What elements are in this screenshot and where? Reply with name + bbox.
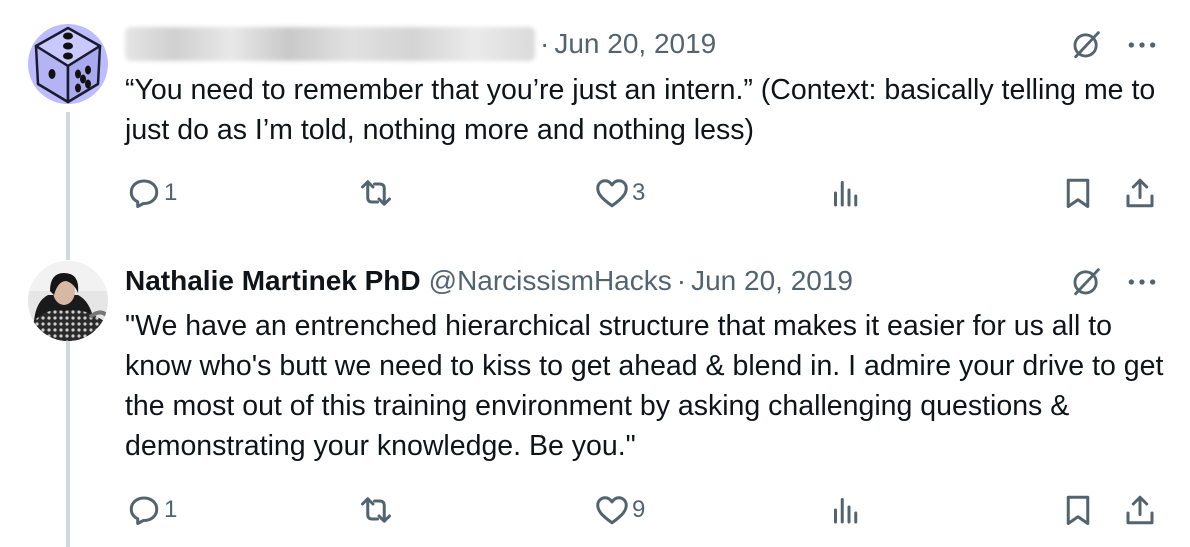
share-icon: [1126, 495, 1154, 525]
profile-photo: [28, 261, 108, 341]
repost-button[interactable]: [358, 492, 396, 528]
dice-avatar-icon: [28, 24, 108, 104]
reply-button[interactable]: 1: [126, 492, 177, 528]
user-handle[interactable]: @NarcissismHacks: [429, 265, 672, 297]
share-button[interactable]: [1122, 492, 1158, 528]
reply-button[interactable]: 1: [126, 175, 177, 211]
like-icon: [596, 179, 628, 208]
like-button[interactable]: 3: [594, 175, 645, 211]
bookmark-icon: [1066, 495, 1090, 525]
repost-button[interactable]: [358, 175, 396, 211]
avatar[interactable]: [28, 24, 108, 104]
bookmark-icon: [1066, 178, 1090, 208]
tweet-date[interactable]: Jun 20, 2019: [554, 28, 716, 60]
more-icon[interactable]: [1126, 266, 1158, 298]
tweet-date[interactable]: Jun 20, 2019: [691, 265, 853, 297]
user-name[interactable]: Nathalie Martinek PhD: [125, 265, 421, 297]
views-button[interactable]: [828, 492, 864, 528]
views-button[interactable]: [828, 175, 864, 211]
like-icon: [596, 496, 628, 525]
action-bar: 1 9: [0, 492, 1190, 532]
tweet-text: “You need to remember that you’re just a…: [125, 74, 1156, 146]
reply-count: 1: [164, 496, 178, 523]
tweet-1[interactable]: · Jun 20, 2019 “You need to remember tha…: [0, 0, 1190, 250]
thread-line: [66, 250, 70, 260]
more-icon[interactable]: [1126, 29, 1158, 61]
separator: ·: [540, 28, 550, 59]
like-button[interactable]: 9: [594, 492, 645, 528]
grok-icon[interactable]: [1070, 27, 1104, 61]
tweet-header: · Jun 20, 2019: [125, 24, 716, 64]
views-icon: [834, 498, 858, 524]
action-bar: 1 3: [0, 175, 1190, 215]
bookmark-button[interactable]: [1060, 175, 1096, 211]
share-button[interactable]: [1122, 175, 1158, 211]
like-count: 9: [632, 496, 646, 523]
views-icon: [834, 181, 858, 207]
like-count: 3: [632, 179, 646, 206]
share-icon: [1126, 178, 1154, 208]
tweet-header: Nathalie Martinek PhD @NarcissismHacks ·…: [125, 261, 853, 301]
tweet-2[interactable]: Nathalie Martinek PhD @NarcissismHacks ·…: [0, 250, 1190, 547]
grok-icon[interactable]: [1070, 264, 1104, 298]
tweet-text: "We have an entrenched hierarchical stru…: [125, 310, 1164, 462]
avatar[interactable]: [28, 261, 108, 341]
reply-icon: [129, 496, 159, 525]
reply-icon: [129, 179, 159, 208]
bookmark-button[interactable]: [1060, 492, 1096, 528]
reply-count: 1: [164, 179, 178, 206]
redacted-user-name: [125, 27, 535, 61]
separator: ·: [676, 265, 687, 296]
repost-icon: [361, 497, 391, 523]
repost-icon: [361, 180, 391, 206]
